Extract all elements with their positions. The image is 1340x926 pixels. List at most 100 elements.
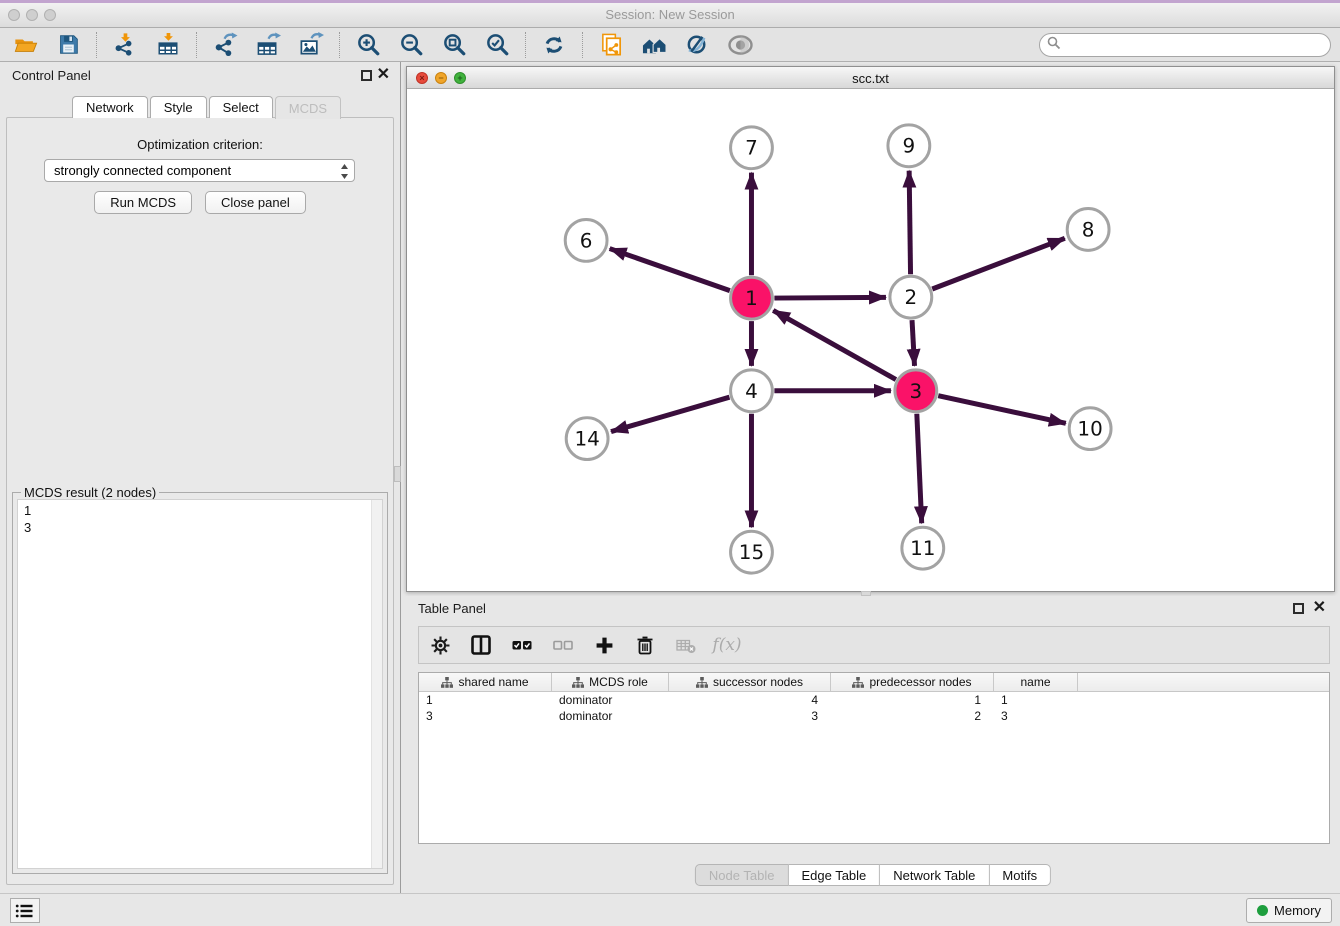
table-cell[interactable]: dominator xyxy=(552,708,669,724)
table-cell[interactable]: 1 xyxy=(994,692,1078,708)
table-tab-motifs[interactable]: Motifs xyxy=(989,864,1051,886)
graph-node-label: 1 xyxy=(745,287,758,310)
graph-node-label: 11 xyxy=(910,537,935,560)
table-row[interactable]: 3dominator323 xyxy=(419,708,1329,724)
import-network-icon[interactable] xyxy=(110,31,140,59)
zoom-in-icon[interactable] xyxy=(353,31,383,59)
vertical-splitter-grip[interactable] xyxy=(394,466,401,482)
zoom-selected-icon[interactable] xyxy=(482,31,512,59)
table-panel-title: Table Panel xyxy=(418,601,486,616)
mcds-result-scrollbar[interactable] xyxy=(371,500,382,868)
status-bar: Memory xyxy=(0,893,1340,926)
table-tab-node-table[interactable]: Node Table xyxy=(695,864,789,886)
control-panel-float-icon[interactable] xyxy=(361,70,372,81)
control-tab-select[interactable]: Select xyxy=(209,96,273,118)
column-header-successor-nodes[interactable]: successor nodes xyxy=(669,673,831,691)
graph-edge-2-9[interactable] xyxy=(909,171,910,275)
delete-column-trash-icon[interactable] xyxy=(634,634,656,656)
memory-button[interactable]: Memory xyxy=(1246,898,1332,923)
table-row[interactable]: 1dominator411 xyxy=(419,692,1329,708)
graph-edge-3-10[interactable] xyxy=(938,396,1066,424)
new-network-from-selection-icon[interactable] xyxy=(596,31,626,59)
table-panel-close-icon[interactable]: ✕ xyxy=(1313,598,1326,618)
control-tab-network[interactable]: Network xyxy=(72,96,148,118)
toolbar-separator xyxy=(339,32,340,58)
zoom-fit-icon[interactable] xyxy=(439,31,469,59)
node-table-body: 1dominator4113dominator323 xyxy=(419,692,1329,724)
delete-table-icon-disabled xyxy=(675,634,697,656)
column-header-shared-name[interactable]: shared name xyxy=(419,673,552,691)
show-graphics-details-icon[interactable] xyxy=(682,31,712,59)
graph-node-label: 3 xyxy=(909,380,922,403)
table-cell[interactable]: 2 xyxy=(831,708,994,724)
network-canvas-svg: 7968124314101511 xyxy=(407,90,1334,591)
graph-node-label: 10 xyxy=(1077,418,1102,441)
zoom-out-icon[interactable] xyxy=(396,31,426,59)
open-session-icon[interactable] xyxy=(10,31,40,59)
search-box[interactable] xyxy=(1039,33,1331,57)
main-toolbar xyxy=(0,28,1340,62)
graph-edge-4-14[interactable] xyxy=(611,397,729,431)
table-cell[interactable]: 3 xyxy=(669,708,831,724)
table-settings-gear-icon[interactable] xyxy=(429,634,451,656)
control-tab-mcds[interactable]: MCDS xyxy=(275,96,341,119)
graph-edge-1-2[interactable] xyxy=(774,297,886,298)
control-panel-close-icon[interactable]: ✕ xyxy=(377,65,390,85)
select-all-columns-icon[interactable] xyxy=(511,634,533,656)
mcds-result-legend: MCDS result (2 nodes) xyxy=(21,485,159,500)
table-cell[interactable]: 4 xyxy=(669,692,831,708)
column-header-predecessor-nodes[interactable]: predecessor nodes xyxy=(831,673,994,691)
memory-status-dot xyxy=(1257,905,1268,916)
network-window-titlebar[interactable]: × − + scc.txt xyxy=(407,67,1334,89)
deselect-all-columns-icon[interactable] xyxy=(552,634,574,656)
graph-edge-3-1[interactable] xyxy=(773,310,896,379)
mcds-result-area[interactable]: 13 xyxy=(17,499,383,869)
mcds-result-line: 3 xyxy=(24,519,382,536)
save-session-icon[interactable] xyxy=(53,31,83,59)
toolbar-separator xyxy=(196,32,197,58)
optimization-criterion-label: Optimization criterion: xyxy=(7,137,393,152)
graph-edge-3-11[interactable] xyxy=(917,414,922,524)
table-cell[interactable]: 3 xyxy=(994,708,1078,724)
home-icon[interactable] xyxy=(639,31,669,59)
table-tab-edge-table[interactable]: Edge Table xyxy=(788,864,880,886)
table-toolbar: f(x) xyxy=(418,626,1330,664)
export-image-icon[interactable] xyxy=(296,31,326,59)
graph-node-label: 15 xyxy=(739,541,764,564)
graph-node-label: 4 xyxy=(745,380,758,403)
table-tab-bar: Node TableEdge TableNetwork TableMotifs xyxy=(695,864,1051,886)
graph-edge-1-6[interactable] xyxy=(610,249,730,291)
table-cell[interactable]: 1 xyxy=(831,692,994,708)
import-table-icon[interactable] xyxy=(153,31,183,59)
table-tab-network-table[interactable]: Network Table xyxy=(880,864,989,886)
run-mcds-button[interactable]: Run MCDS xyxy=(94,191,192,214)
control-panel-header: Control Panel ✕ xyxy=(0,62,400,88)
add-column-plus-icon[interactable] xyxy=(593,634,615,656)
close-panel-button[interactable]: Close panel xyxy=(205,191,306,214)
node-table: shared nameMCDS rolesuccessor nodesprede… xyxy=(418,672,1330,844)
hide-details-eye-icon[interactable] xyxy=(725,31,755,59)
apply-layout-icon[interactable] xyxy=(539,31,569,59)
search-input[interactable] xyxy=(1065,38,1315,53)
graph-node-label: 7 xyxy=(745,137,758,160)
split-columns-icon[interactable] xyxy=(470,634,492,656)
criterion-select[interactable]: strongly connected component xyxy=(44,159,355,182)
network-view-window: × − + scc.txt 7968124314101511 xyxy=(406,66,1335,592)
task-history-button[interactable] xyxy=(10,898,40,923)
mcds-tab-content: Optimization criterion: strongly connect… xyxy=(6,117,394,885)
network-canvas[interactable]: 7968124314101511 xyxy=(407,90,1334,591)
table-cell[interactable]: dominator xyxy=(552,692,669,708)
export-network-icon[interactable] xyxy=(210,31,240,59)
column-header-name[interactable]: name xyxy=(994,673,1078,691)
table-cell[interactable]: 1 xyxy=(419,692,552,708)
column-header-mcds-role[interactable]: MCDS role xyxy=(552,673,669,691)
graph-edge-2-8[interactable] xyxy=(932,238,1065,289)
graph-node-label: 14 xyxy=(574,428,599,451)
graph-node-label: 8 xyxy=(1082,218,1095,241)
graph-edge-2-3[interactable] xyxy=(912,320,914,366)
table-panel-float-icon[interactable] xyxy=(1293,603,1304,614)
export-table-icon[interactable] xyxy=(253,31,283,59)
mcds-result-line: 1 xyxy=(24,502,382,519)
table-cell[interactable]: 3 xyxy=(419,708,552,724)
control-tab-style[interactable]: Style xyxy=(150,96,207,118)
